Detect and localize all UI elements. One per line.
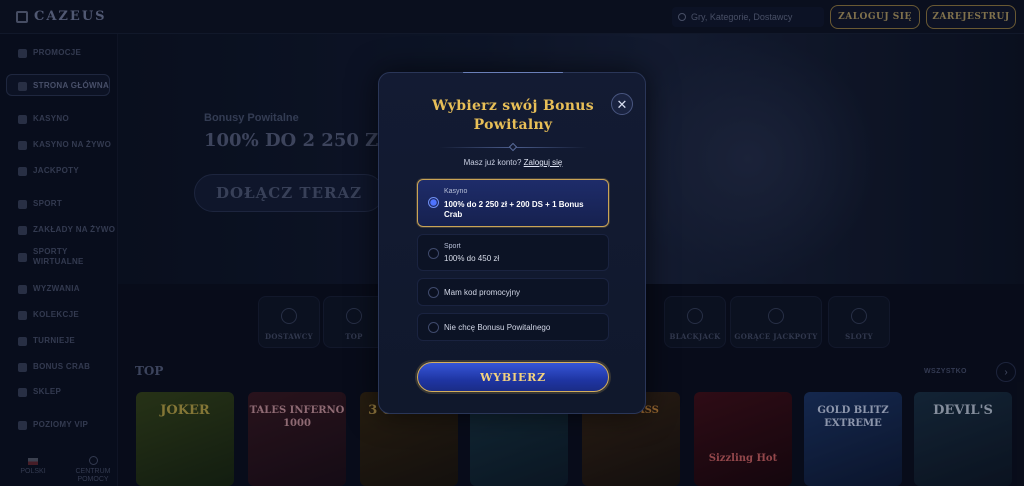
login-prompt: Masz już konto? Zaloguj się	[379, 158, 647, 167]
option-description: Nie chcę Bonusu Powitalnego	[444, 323, 551, 332]
close-icon[interactable]: ✕	[611, 93, 633, 115]
bonus-option-sport[interactable]: Sport 100% do 450 zł	[417, 234, 609, 271]
divider-ornament-icon	[508, 142, 518, 152]
modal-title: Wybierz swój Bonus Powitalny	[432, 98, 594, 133]
option-description: Mam kod promocyjny	[444, 288, 521, 297]
login-link[interactable]: Zaloguj się	[524, 158, 563, 167]
radio-selected[interactable]	[428, 197, 439, 208]
radio-unselected[interactable]	[428, 248, 439, 259]
welcome-bonus-modal: Wybierz swój Bonus Powitalny ✕ Masz już …	[378, 72, 646, 414]
modal-ornament	[463, 72, 563, 76]
radio-unselected[interactable]	[428, 322, 439, 333]
bonus-option-no-bonus[interactable]: Nie chcę Bonusu Powitalnego	[417, 313, 609, 341]
option-description: 100% do 450 zł	[444, 254, 500, 263]
option-category: Kasyno	[444, 188, 468, 195]
bonus-option-casino[interactable]: Kasyno 100% do 2 250 zł + 200 DS + 1 Bon…	[417, 179, 609, 227]
radio-unselected[interactable]	[428, 287, 439, 298]
bonus-option-promo-code[interactable]: Mam kod promocyjny	[417, 278, 609, 306]
account-question: Masz już konto?	[463, 158, 522, 167]
choose-button[interactable]: WYBIERZ	[417, 362, 609, 392]
option-description: 100% do 2 250 zł + 200 DS + 1 Bonus Crab	[444, 200, 584, 219]
option-category: Sport	[444, 243, 461, 250]
